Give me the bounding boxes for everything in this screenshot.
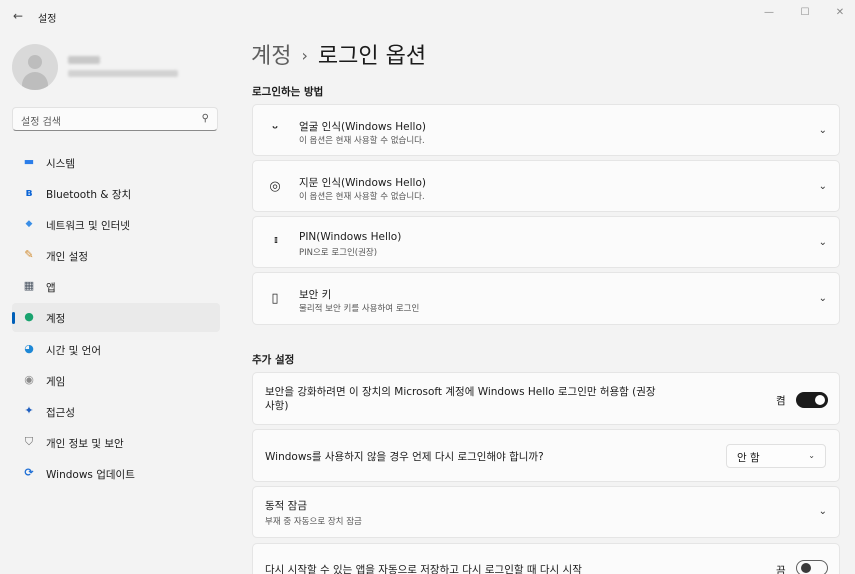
method-card-pin[interactable]: ⁞⁞⁞ PIN(Windows Hello) PIN으로 로그인(권장) ⌄ — [252, 216, 840, 268]
avatar-head — [28, 55, 42, 69]
pin-keypad-icon: ⁞⁞⁞ — [273, 236, 279, 246]
sidebar-item-label: 앱 — [46, 282, 56, 295]
method-card-fingerprint[interactable]: ◎ 지문 인식(Windows Hello) 이 옵션은 현재 사용할 수 없습… — [252, 160, 840, 212]
hello-only-setting-text: 보안을 강화하려면 이 장치의 Microsoft 계정에 Windows He… — [265, 385, 735, 413]
method-title: 보안 키 — [299, 289, 332, 301]
dynamic-lock-card[interactable]: 동적 잠금 부재 중 자동으로 장치 잠금 ⌄ — [252, 486, 840, 538]
face-icon: ᵕ — [271, 122, 279, 137]
sidebar-item-time-language[interactable]: ◕ 시간 및 언어 — [12, 335, 220, 364]
method-card-security-key[interactable]: ▯ 보안 키 물리적 보안 키를 사용하여 로그인 ⌄ — [252, 272, 840, 325]
minimize-button[interactable]: — — [756, 4, 782, 22]
hello-only-text-line1: 보안을 강화하려면 이 장치의 Microsoft 계정에 Windows He… — [265, 386, 656, 398]
page-title: 계정 › 로그인 옵션 — [251, 38, 426, 70]
sidebar-item-label: 게임 — [46, 375, 66, 388]
signin-again-setting-card: Windows를 사용하지 않을 경우 언제 다시 로그인해야 합니까? 안 함… — [252, 429, 840, 482]
method-subtitle: 물리적 보안 키를 사용하여 로그인 — [299, 304, 420, 314]
method-title: PIN(Windows Hello) — [299, 231, 402, 243]
toggle-knob — [815, 395, 825, 405]
restart-apps-card: 다시 시작할 수 있는 앱을 자동으로 저장하고 다시 로그인할 때 다시 시작… — [252, 543, 840, 574]
shield-icon: ⛉ — [24, 434, 34, 448]
sidebar-item-network[interactable]: ◆ 네트워크 및 인터넷 — [12, 210, 220, 239]
sidebar-item-label: 개인 정보 및 보안 — [46, 437, 124, 450]
avatar-body — [22, 72, 48, 90]
fingerprint-icon: ◎ — [269, 179, 281, 194]
method-title: 지문 인식(Windows Hello) — [299, 177, 426, 189]
avatar — [12, 44, 58, 90]
hello-only-text-line2: 사항) — [265, 400, 289, 412]
update-icon: ⟳ — [24, 465, 34, 479]
sidebar-item-label: 시스템 — [46, 158, 75, 170]
apps-icon: ▦ — [23, 279, 35, 293]
sidebar-item-accessibility[interactable]: ✦ 접근성 — [12, 397, 220, 426]
method-subtitle: PIN으로 로그인(권장) — [299, 248, 378, 258]
bluetooth-icon: ʙ — [25, 186, 33, 200]
display-icon: ▬ — [23, 155, 35, 168]
dynamic-lock-title: 동적 잠금 — [265, 500, 307, 512]
active-indicator — [12, 312, 15, 325]
gamepad-icon: ◉ — [24, 372, 34, 386]
chevron-down-icon: ⌄ — [808, 451, 815, 460]
profile-email-blurred — [68, 70, 178, 77]
chevron-down-icon[interactable]: ⌄ — [819, 125, 827, 136]
sidebar-item-system[interactable]: ▬ 시스템 — [12, 148, 220, 177]
user-profile[interactable] — [12, 42, 217, 92]
chevron-down-icon[interactable]: ⌄ — [819, 181, 827, 192]
sidebar-item-gaming[interactable]: ◉ 게임 — [12, 366, 220, 395]
sidebar-item-label: 네트워크 및 인터넷 — [46, 220, 130, 233]
profile-name-blurred — [68, 56, 100, 64]
method-card-face[interactable]: ᵕ 얼굴 인식(Windows Hello) 이 옵션은 현재 사용할 수 없습… — [252, 104, 840, 156]
section-header-additional-settings: 추가 설정 — [252, 354, 295, 366]
accessibility-icon: ✦ — [24, 403, 34, 417]
sidebar-item-label: 계정 — [46, 313, 66, 326]
globe-clock-icon: ◕ — [24, 341, 34, 355]
settings-search-input[interactable]: 설정 검색 ⚲ — [12, 107, 218, 131]
restart-apps-toggle[interactable] — [796, 560, 828, 574]
sidebar-item-windows-update[interactable]: ⟳ Windows 업데이트 — [12, 459, 220, 488]
restart-apps-text: 다시 시작할 수 있는 앱을 자동으로 저장하고 다시 로그인할 때 다시 시작 — [265, 564, 582, 574]
dynamic-lock-subtitle: 부재 중 자동으로 장치 잠금 — [265, 517, 362, 527]
method-title: 얼굴 인식(Windows Hello) — [299, 121, 426, 133]
maximize-button[interactable]: ☐ — [792, 4, 818, 22]
sidebar-item-bluetooth[interactable]: ʙ Bluetooth & 장치 — [12, 179, 220, 208]
signin-again-setting-text: Windows를 사용하지 않을 경우 언제 다시 로그인해야 합니까? — [265, 451, 544, 463]
app-title: 설정 — [38, 14, 57, 25]
usb-key-icon: ▯ — [271, 291, 279, 306]
method-subtitle: 이 옵션은 현재 사용할 수 없습니다. — [299, 136, 425, 146]
breadcrumb-current: 로그인 옵션 — [317, 44, 427, 69]
breadcrumb-parent[interactable]: 계정 — [251, 44, 291, 69]
sidebar-item-label: 접근성 — [46, 406, 75, 419]
back-arrow-icon[interactable]: ← — [8, 7, 28, 25]
search-icon: ⚲ — [201, 113, 209, 124]
toggle-knob — [801, 563, 811, 573]
sidebar-item-accounts[interactable]: ● 계정 — [12, 303, 220, 333]
search-placeholder: 설정 검색 — [21, 117, 61, 128]
sidebar-nav: ▬ 시스템 ʙ Bluetooth & 장치 ◆ 네트워크 및 인터넷 ✎ 개인… — [12, 148, 220, 490]
dropdown-value: 안 함 — [737, 452, 760, 464]
section-header-signin-methods: 로그인하는 방법 — [252, 86, 324, 98]
sidebar-item-label: Bluetooth & 장치 — [46, 189, 132, 202]
chevron-down-icon[interactable]: ⌄ — [819, 293, 827, 304]
breadcrumb-separator: › — [301, 46, 308, 65]
title-bar: ← 설정 — ☐ ✕ — [0, 0, 855, 32]
brush-icon: ✎ — [24, 248, 34, 262]
toggle-state-label: 켬 — [776, 395, 786, 407]
signin-again-dropdown[interactable]: 안 함 ⌄ — [726, 444, 826, 468]
sidebar-item-apps[interactable]: ▦ 앱 — [12, 272, 220, 301]
sidebar-item-privacy[interactable]: ⛉ 개인 정보 및 보안 — [12, 428, 220, 457]
chevron-down-icon[interactable]: ⌄ — [819, 237, 827, 248]
hello-only-toggle[interactable] — [796, 392, 828, 408]
sidebar-item-label: 개인 설정 — [46, 251, 88, 264]
wifi-icon: ◆ — [25, 219, 33, 230]
method-subtitle: 이 옵션은 현재 사용할 수 없습니다. — [299, 192, 425, 202]
sidebar-item-personalization[interactable]: ✎ 개인 설정 — [12, 241, 220, 270]
close-button[interactable]: ✕ — [827, 4, 853, 22]
chevron-down-icon[interactable]: ⌄ — [819, 506, 827, 517]
sidebar-item-label: 시간 및 언어 — [46, 344, 101, 357]
sidebar-item-label: Windows 업데이트 — [46, 468, 135, 481]
hello-only-setting-card: 보안을 강화하려면 이 장치의 Microsoft 계정에 Windows He… — [252, 372, 840, 425]
toggle-state-label: 끔 — [776, 565, 786, 574]
person-icon: ● — [24, 310, 34, 324]
